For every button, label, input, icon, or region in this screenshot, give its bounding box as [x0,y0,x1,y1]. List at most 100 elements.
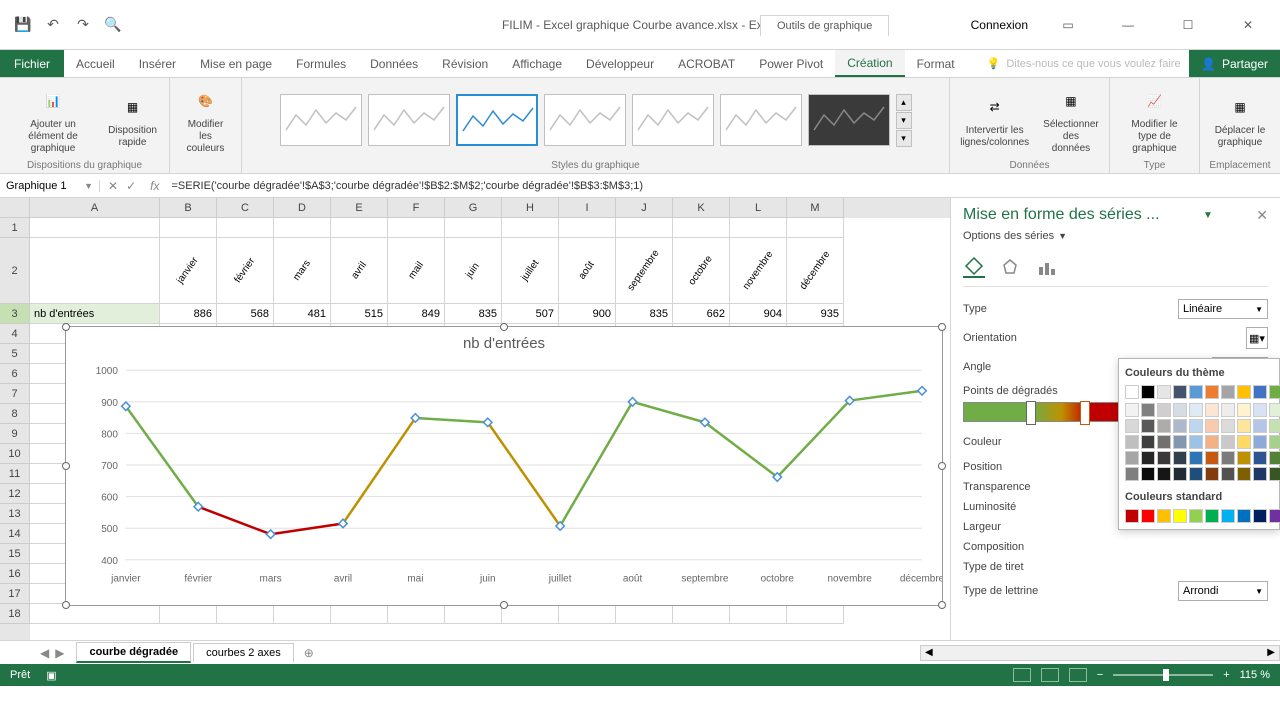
horizontal-scrollbar[interactable]: ◀ ▶ [920,645,1280,661]
series-name-cell[interactable]: nb d'entrées [30,304,160,324]
undo-icon[interactable]: ↶ [44,16,62,34]
row-header[interactable]: 8 [0,404,30,424]
chart-title[interactable]: nb d'entrées [66,327,942,360]
row-header[interactable]: 4 [0,324,30,344]
styles-more-icon[interactable]: ▾ [896,130,912,147]
color-swatch[interactable] [1237,385,1251,399]
chevron-down-icon[interactable]: ▼ [84,181,93,191]
tab-acrobat[interactable]: ACROBAT [666,50,747,77]
color-swatch[interactable] [1221,385,1235,399]
zoom-level[interactable]: 115 % [1240,669,1270,681]
color-swatch[interactable] [1141,385,1155,399]
formula-input[interactable]: =SERIE('courbe dégradée'!$A$3;'courbe dé… [165,180,1280,192]
row-header[interactable]: 14 [0,524,30,544]
next-sheet-icon[interactable]: ▶ [55,646,64,660]
name-box[interactable]: Graphique 1 ▼ [0,180,100,192]
color-swatch[interactable] [1205,467,1219,481]
tab-layout[interactable]: Mise en page [188,50,284,77]
zoom-out-icon[interactable]: − [1097,669,1103,681]
cancel-formula-icon[interactable]: ✕ [108,179,118,193]
column-header[interactable]: M [787,198,844,218]
color-swatch[interactable] [1269,385,1280,399]
column-header[interactable]: L [730,198,787,218]
tab-data[interactable]: Données [358,50,430,77]
month-header-cell[interactable]: avril [331,238,388,304]
row-header[interactable]: 5 [0,344,30,364]
tab-creation[interactable]: Création [835,50,904,77]
maximize-icon[interactable]: ☐ [1168,11,1208,39]
color-swatch[interactable] [1189,385,1203,399]
tab-review[interactable]: Révision [430,50,500,77]
color-swatch[interactable] [1269,509,1280,523]
color-swatch[interactable] [1157,419,1171,433]
tab-powerpivot[interactable]: Power Pivot [747,50,835,77]
gradient-stop[interactable] [1080,401,1090,425]
color-swatch[interactable] [1205,403,1219,417]
color-swatch[interactable] [1221,403,1235,417]
cap-type-select[interactable]: Arrondi▼ [1178,581,1268,601]
color-swatch[interactable] [1237,403,1251,417]
color-swatch[interactable] [1253,435,1267,449]
color-swatch[interactable] [1173,419,1187,433]
close-icon[interactable]: ✕ [1228,11,1268,39]
macro-record-icon[interactable]: ▣ [46,669,56,682]
fx-icon[interactable]: fx [144,179,165,193]
color-swatch[interactable] [1221,509,1235,523]
chart-style-thumb[interactable] [808,94,890,146]
color-swatch[interactable] [1221,467,1235,481]
chart-resize-handle[interactable] [62,601,70,609]
chart-style-thumb[interactable] [368,94,450,146]
color-swatch[interactable] [1189,467,1203,481]
gradient-stops-bar[interactable] [963,402,1143,422]
data-cell[interactable]: 835 [445,304,502,324]
page-layout-view-icon[interactable] [1041,668,1059,682]
color-swatch[interactable] [1269,435,1280,449]
chart-style-thumb[interactable] [632,94,714,146]
data-cell[interactable]: 515 [331,304,388,324]
tab-insert[interactable]: Insérer [127,50,188,77]
row-header[interactable]: 15 [0,544,30,564]
chart-style-thumb[interactable] [544,94,626,146]
switch-rowcol-button[interactable]: ⇄ Intervertir les lignes/colonnes [956,89,1033,151]
styles-up-icon[interactable]: ▴ [896,94,912,111]
chart-resize-handle[interactable] [500,323,508,331]
month-header-cell[interactable]: octobre [673,238,730,304]
color-swatch[interactable] [1125,467,1139,481]
confirm-formula-icon[interactable]: ✓ [126,179,136,193]
color-swatch[interactable] [1253,419,1267,433]
tab-view[interactable]: Affichage [500,50,574,77]
quick-layout-button[interactable]: ▦ Disposition rapide [104,89,161,151]
row-header[interactable]: 6 [0,364,30,384]
month-header-cell[interactable]: février [217,238,274,304]
chart-resize-handle[interactable] [938,462,946,470]
column-header[interactable]: F [388,198,445,218]
color-swatch[interactable] [1189,451,1203,465]
color-swatch[interactable] [1125,403,1139,417]
share-button[interactable]: 👤 Partager [1189,50,1280,77]
month-header-cell[interactable]: septembre [616,238,673,304]
sheet-tab[interactable]: courbes 2 axes [193,643,294,662]
color-swatch[interactable] [1173,385,1187,399]
orientation-button[interactable]: ▦▾ [1246,327,1268,349]
color-swatch[interactable] [1269,467,1280,481]
chart-resize-handle[interactable] [938,323,946,331]
color-swatch[interactable] [1173,435,1187,449]
prev-sheet-icon[interactable]: ◀ [40,646,49,660]
data-cell[interactable]: 904 [730,304,787,324]
month-header-cell[interactable]: août [559,238,616,304]
row-header[interactable]: 16 [0,564,30,584]
color-swatch[interactable] [1237,435,1251,449]
row-header[interactable]: 13 [0,504,30,524]
tab-format[interactable]: Format [905,50,967,77]
color-swatch[interactable] [1141,467,1155,481]
minimize-icon[interactable]: — [1108,11,1148,39]
data-cell[interactable]: 507 [502,304,559,324]
tab-formulas[interactable]: Formules [284,50,358,77]
color-swatch[interactable] [1253,403,1267,417]
page-break-view-icon[interactable] [1069,668,1087,682]
month-header-cell[interactable]: mail [388,238,445,304]
move-chart-button[interactable]: ▦ Déplacer le graphique [1208,89,1272,151]
color-swatch[interactable] [1189,403,1203,417]
row-header[interactable]: 18 [0,604,30,624]
color-swatch[interactable] [1269,419,1280,433]
